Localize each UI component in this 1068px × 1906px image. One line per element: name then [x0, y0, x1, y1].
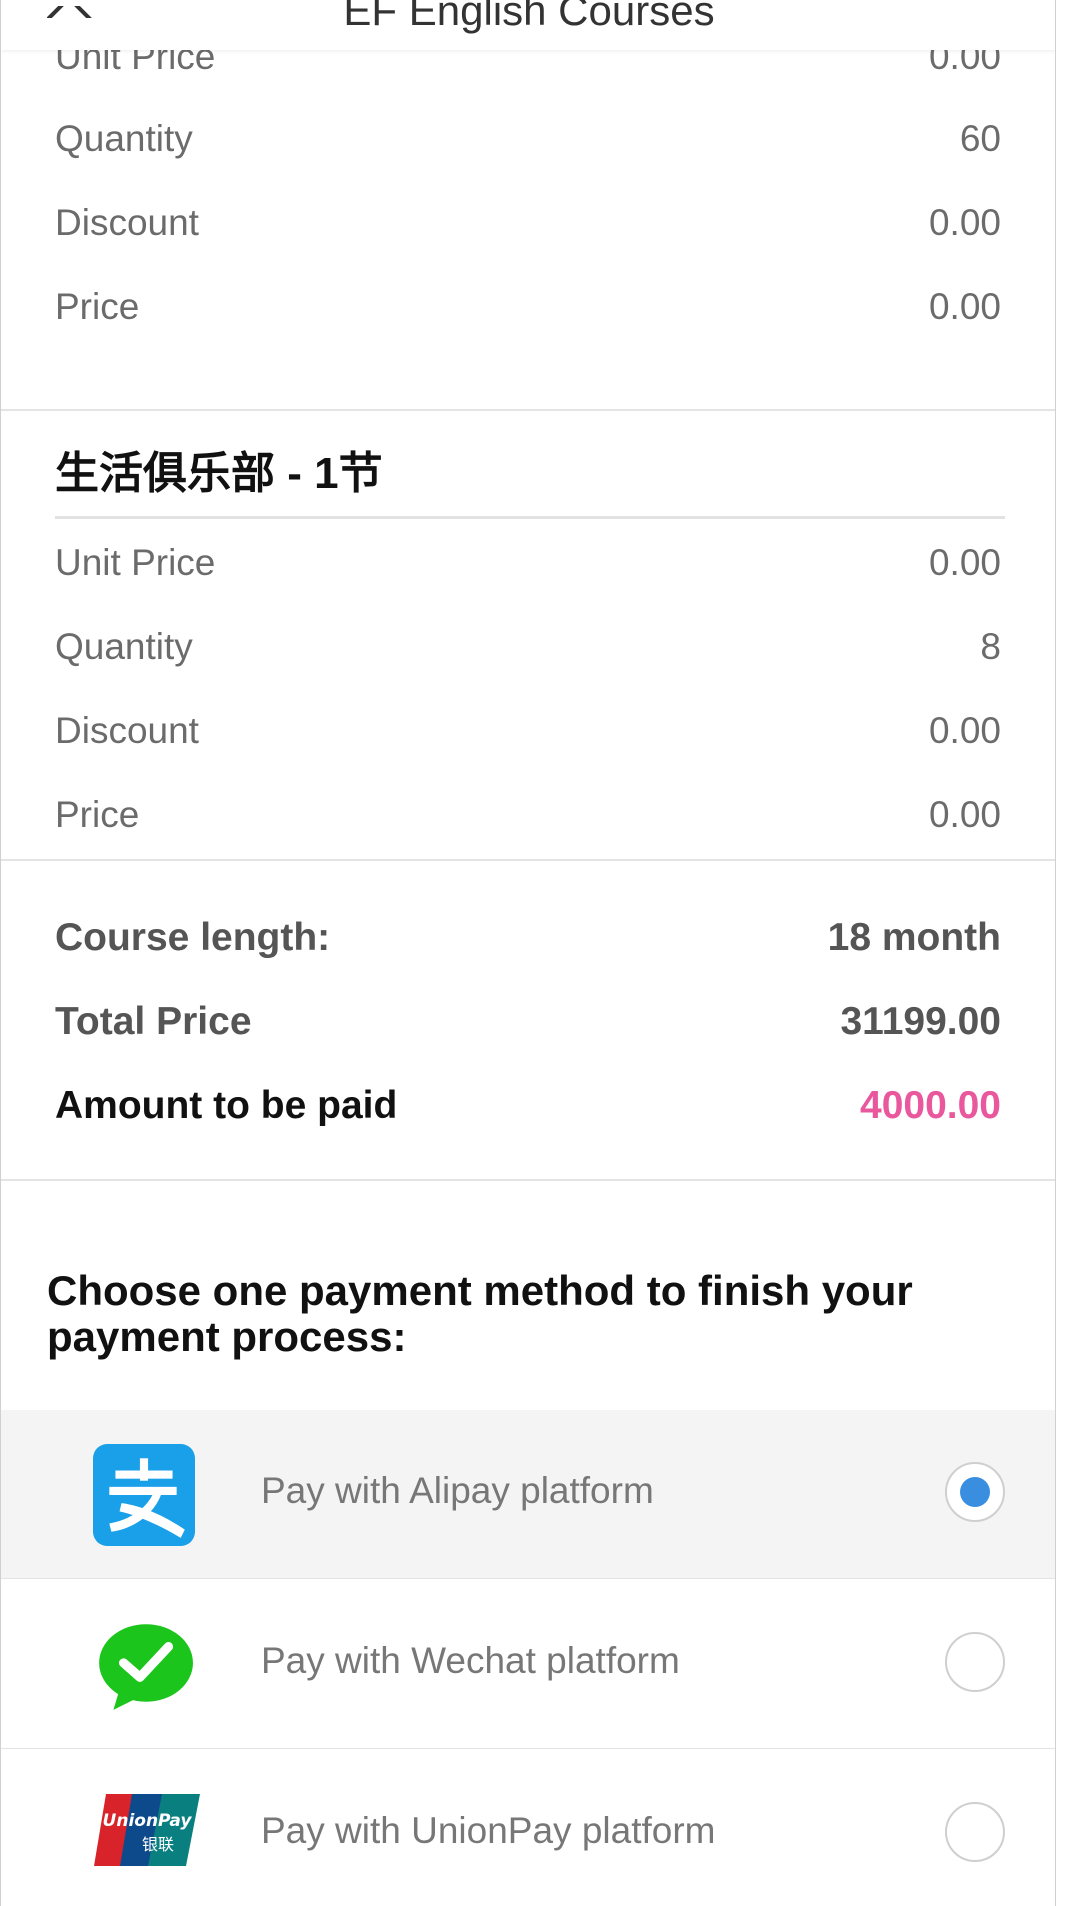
unionpay-logo-text: UnionPay [103, 1811, 193, 1831]
item1-discount-row: Discount 0.00 [55, 202, 1001, 252]
row-label: Quantity [55, 626, 193, 667]
divider [1, 1179, 1055, 1181]
row-value: 0.00 [928, 794, 1001, 835]
row-value: 60 [959, 118, 1001, 159]
amount-to-pay-label: Amount to be paid [55, 1084, 398, 1127]
wechat-icon [99, 1624, 193, 1710]
divider [55, 516, 1005, 519]
item2-discount-row: Discount 0.00 [55, 710, 1001, 760]
amount-to-pay-value: 4000.00 [860, 1084, 1001, 1127]
total-price-label: Total Price [55, 1000, 252, 1043]
item2-quantity-row: Quantity 8 [55, 626, 1001, 676]
row-label: Discount [55, 202, 199, 243]
course-length-label: Course length: [55, 916, 331, 959]
divider [1, 859, 1055, 861]
pay-option-label: Pay with UnionPay platform [261, 1810, 716, 1851]
row-label: Price [55, 286, 140, 327]
unionpay-icon: UnionPay 银联 [94, 1794, 200, 1866]
row-label: Unit Price [55, 542, 216, 583]
row-label: Price [55, 794, 140, 835]
pay-option-wechat[interactable]: Pay with Wechat platform [1, 1580, 1055, 1748]
row-label: Discount [55, 710, 199, 751]
pay-option-unionpay[interactable]: UnionPay 银联 Pay with UnionPay platform [1, 1750, 1055, 1906]
payment-heading: Choose one payment method to finish your… [47, 1267, 913, 1360]
item1-quantity-row: Quantity 60 [55, 118, 1001, 168]
divider [1, 1578, 1055, 1579]
page: EF English Courses Unit Price 0.00 Quant… [0, 0, 1056, 1906]
total-price-value: 31199.00 [840, 1000, 1001, 1043]
pay-option-label: Pay with Wechat platform [261, 1640, 680, 1681]
row-value: 0.00 [928, 286, 1001, 327]
unionpay-logo-cn: 银联 [142, 1835, 174, 1854]
divider [1, 1748, 1055, 1749]
radio-alipay[interactable] [945, 1462, 1005, 1522]
row-label: Quantity [55, 118, 193, 159]
right-edge [1056, 0, 1068, 1906]
header-bar: EF English Courses [1, 0, 1055, 50]
page-title: EF English Courses [343, 0, 715, 34]
item2-price-row: Price 0.00 [55, 794, 1001, 844]
divider [1, 409, 1055, 411]
item1-price-row: Price 0.00 [55, 286, 1001, 336]
pay-option-alipay[interactable]: Pay with Alipay platform [1, 1410, 1055, 1578]
amount-to-pay-row: Amount to be paid 4000.00 [55, 1084, 1001, 1128]
item2-title: 生活俱乐部 - 1节 [55, 449, 383, 498]
row-value: 8 [980, 626, 1001, 667]
course-length-row: Course length: 18 month [55, 916, 1001, 960]
course-length-value: 18 month [827, 916, 1001, 959]
item2-unit-price-row: Unit Price 0.00 [55, 542, 1001, 592]
row-value: 0.00 [928, 542, 1001, 583]
radio-unionpay[interactable] [945, 1802, 1005, 1862]
total-price-row: Total Price 31199.00 [55, 1000, 1001, 1044]
pay-option-label: Pay with Alipay platform [261, 1470, 654, 1511]
row-value: 0.00 [928, 202, 1001, 243]
radio-wechat[interactable] [945, 1632, 1005, 1692]
row-value: 0.00 [928, 710, 1001, 751]
alipay-icon [93, 1444, 195, 1546]
